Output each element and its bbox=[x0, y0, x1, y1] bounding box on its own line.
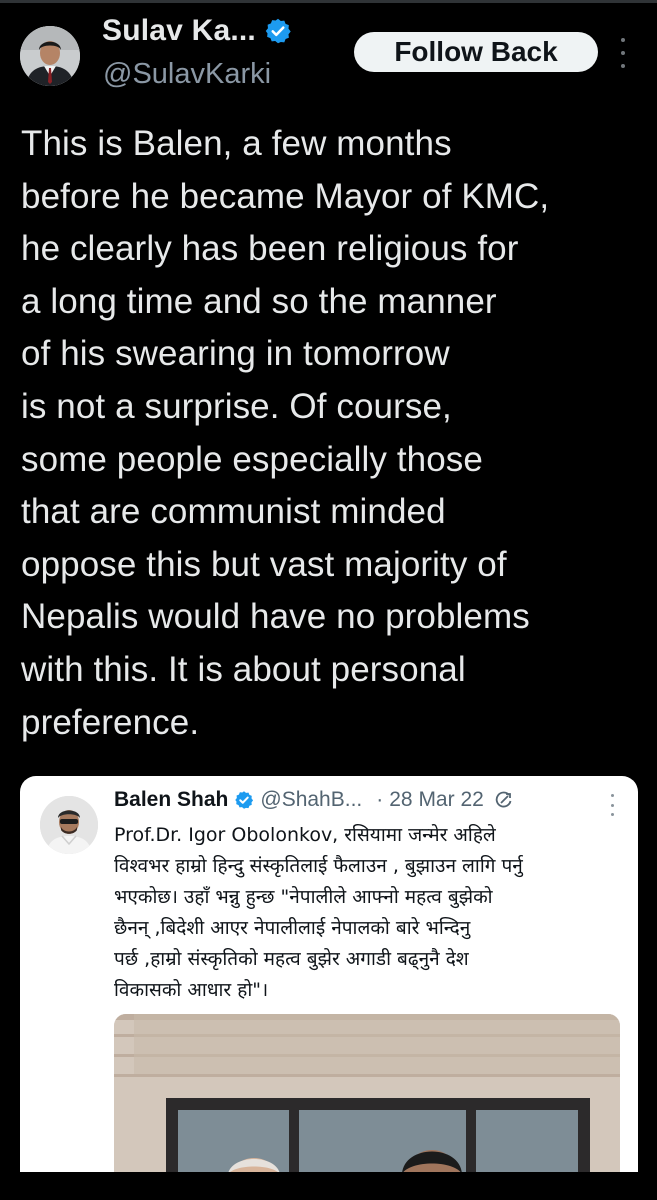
more-options-icon[interactable] bbox=[616, 38, 630, 68]
quoted-tweet-card[interactable]: Balen Shah @ShahB... · 28 Mar 22 Prof.Dr… bbox=[20, 776, 638, 1196]
quoted-verified-badge-icon bbox=[234, 790, 254, 810]
author-name-row: Sulav Ka... bbox=[102, 14, 292, 48]
author-handle[interactable]: @SulavKarki bbox=[103, 58, 271, 91]
quoted-meta-separator: · bbox=[376, 788, 384, 811]
quoted-more-options-icon[interactable] bbox=[609, 794, 615, 816]
quoted-tweet-header: Balen Shah @ShahB... · 28 Mar 22 bbox=[114, 788, 514, 812]
verified-badge-icon bbox=[264, 17, 292, 45]
tweet-text: This is Balen, a few months before he be… bbox=[21, 124, 550, 742]
edit-history-icon[interactable] bbox=[494, 790, 514, 810]
quoted-tweet-photo[interactable] bbox=[114, 1014, 620, 1196]
follow-back-button[interactable]: Follow Back bbox=[354, 32, 598, 72]
quoted-author-name[interactable]: Balen Shah bbox=[114, 788, 228, 812]
bottom-edge bbox=[0, 1172, 657, 1200]
quoted-author-handle[interactable]: @ShahB... bbox=[260, 788, 362, 812]
quoted-tweet-date[interactable]: 28 Mar 22 bbox=[389, 788, 484, 812]
author-display-name[interactable]: Sulav Ka... bbox=[102, 14, 256, 48]
quoted-author-avatar[interactable] bbox=[40, 796, 98, 854]
quoted-tweet-text: Prof.Dr. Igor Obolonkov, रसियामा जन्मेर … bbox=[114, 824, 523, 1001]
author-avatar[interactable] bbox=[20, 26, 80, 86]
tweet-header: Sulav Ka... @SulavKarki Follow Back bbox=[0, 0, 657, 110]
